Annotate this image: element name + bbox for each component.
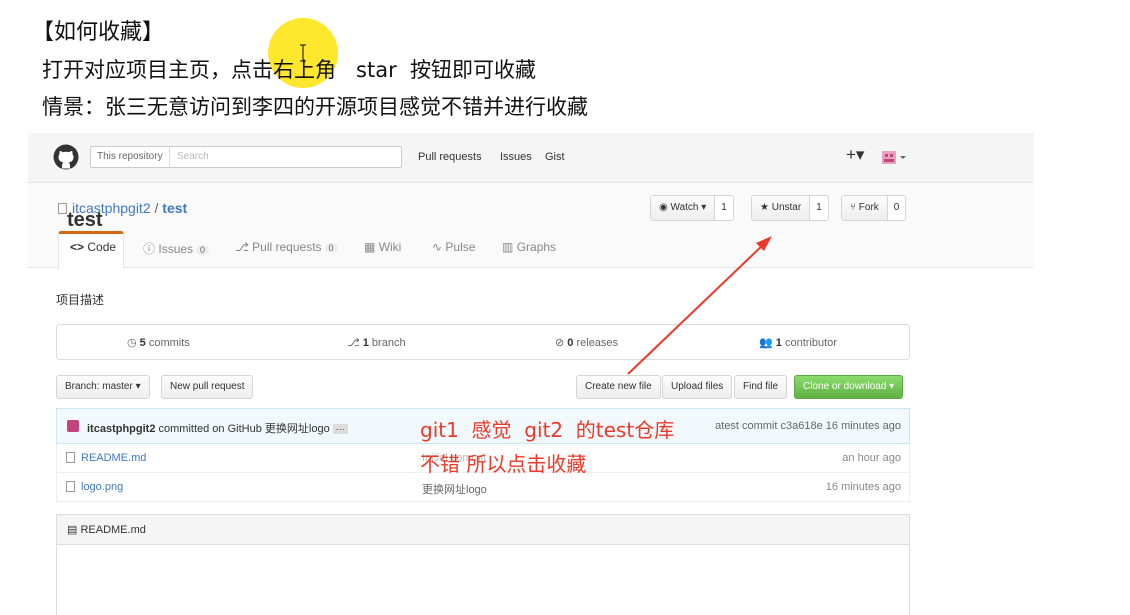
wiki-icon: ▦ [364,240,376,254]
branch-stat[interactable]: ⎇ 1 branch [347,336,406,349]
contributors-stat[interactable]: 👥 1 contributor [759,336,837,349]
issue-icon: ⓘ [143,242,156,256]
repo-description: 项目描述 [56,293,105,307]
nav-pull-requests[interactable]: Pull requests [418,151,482,163]
eye-icon: ◉ [659,202,671,213]
new-pull-request-button[interactable]: New pull request [161,375,254,399]
search-box[interactable]: This repository Search [90,146,402,168]
github-repo-page: This repository Search Pull requests Iss… [28,133,1034,615]
commit-ellipsis-button[interactable]: ··· [332,424,348,434]
fork-icon: ⑂ [850,202,859,213]
tab-wiki[interactable]: ▦ Wiki [364,240,401,254]
file-commit-message[interactable]: 更换网址logo [422,481,487,497]
fork-button[interactable]: ⑂ Fork [842,196,888,220]
tag-icon: ⊘ [555,337,568,349]
repo-separator: / [154,200,159,216]
file-age: 16 minutes ago [825,481,901,493]
graph-icon: ▥ [502,240,514,254]
commit-sha[interactable]: c3a618e [781,420,823,432]
pulse-icon: ∿ [432,240,443,254]
file-age: an hour ago [842,452,901,464]
star-icon: ★ [760,202,772,213]
fork-count[interactable]: 0 [888,196,906,220]
star-count[interactable]: 1 [810,196,828,220]
pr-icon: ⎇ [235,240,249,254]
people-icon: 👥 [759,337,776,349]
tab-graphs[interactable]: ▥ Graphs [502,240,556,254]
pr-counter: 0 [324,243,338,253]
commit-age: 16 minutes ago [825,420,901,432]
readme-header: ▤ README.md [57,515,909,545]
find-file-button[interactable]: Find file [734,375,788,399]
branch-select[interactable]: Branch: master ▾ [56,375,150,399]
tab-pulse[interactable]: ∿ Pulse [432,240,475,254]
clone-download-button[interactable]: Clone or download ▾ [794,375,904,399]
repo-stats: ◷ 5 commits ⎇ 1 branch ⊘ 0 releases 👥 1 … [56,324,910,360]
github-logo-icon[interactable] [53,144,79,170]
tab-pull-requests[interactable]: ⎇ Pull requests 0 [235,240,338,254]
commits-stat[interactable]: ◷ 5 commits [127,336,190,349]
star-group: ★ Unstar 1 [751,195,829,221]
file-row[interactable]: logo.png 更换网址logo 16 minutes ago [56,473,910,502]
book-icon: ▤ [67,524,81,536]
code-icon: <> [70,240,85,254]
readme-heading: test [67,209,103,231]
unstar-button[interactable]: ★ Unstar [752,196,811,220]
watch-count[interactable]: 1 [715,196,733,220]
file-name[interactable]: README.md [81,452,146,464]
slide-instruction: 打开对应项目主页，点击右上角 star 按钮即可收藏 [42,58,537,82]
annotation-line-2: 不错 所以点击收藏 [420,452,587,476]
issues-counter: 0 [196,245,210,255]
github-header: This repository Search Pull requests Iss… [28,133,1034,183]
releases-stat[interactable]: ⊘ 0 releases [555,336,618,349]
file-name[interactable]: logo.png [81,481,123,493]
commit-message[interactable]: 更换网址logo [265,423,330,435]
readme-panel: ▤ README.md [56,514,910,615]
file-icon [66,452,75,463]
create-new-menu[interactable]: +▾ [846,145,864,165]
create-new-file-button[interactable]: Create new file [576,375,661,399]
tab-issues[interactable]: ⓘ Issues 0 [143,240,210,257]
nav-issues[interactable]: Issues [500,151,532,163]
tab-code[interactable]: <> Code [70,240,116,254]
nav-gist[interactable]: Gist [545,151,565,163]
file-icon [66,481,75,492]
latest-commit-label: atest commit [715,420,778,432]
history-icon: ◷ [127,337,140,349]
watch-group: ◉ Watch ▾ 1 [650,195,734,221]
repo-icon [58,203,67,214]
slide-scenario: 情景：张三无意访问到李四的开源项目感觉不错并进行收藏 [42,95,588,119]
watch-button[interactable]: ◉ Watch ▾ [651,196,716,220]
author-avatar[interactable] [67,420,79,432]
annotation-line-1: git1 感觉 git2 的test仓库 [420,418,675,442]
slide-title: 【如何收藏】 [32,20,165,45]
repo-name-link[interactable]: test [162,200,187,216]
commit-text: committed on GitHub [158,423,262,435]
upload-files-button[interactable]: Upload files [662,375,733,399]
fork-group: ⑂ Fork 0 [841,195,907,221]
search-scope-label: This repository [91,147,170,167]
branch-icon: ⎇ [347,337,363,349]
user-avatar-icon[interactable] [882,149,908,165]
commit-author[interactable]: itcastphpgit2 [87,423,155,435]
search-input[interactable]: Search [177,147,209,167]
